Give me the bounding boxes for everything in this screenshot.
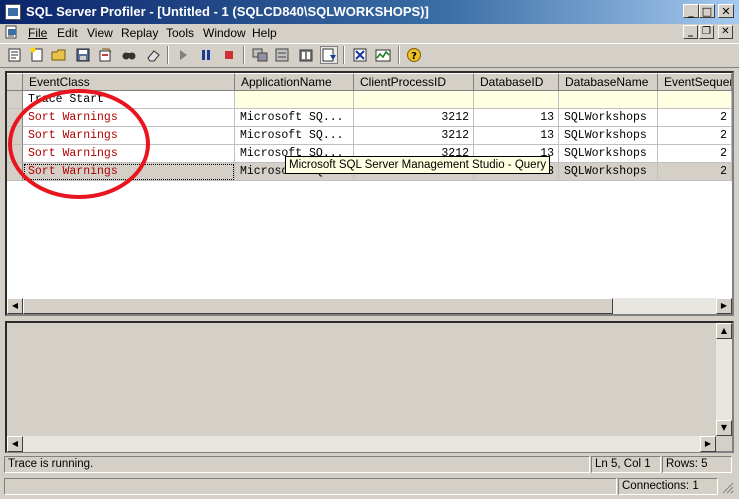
performance-icon[interactable] bbox=[273, 46, 291, 64]
scroll-up-button[interactable]: ▲ bbox=[716, 323, 732, 339]
window-title: SQL Server Profiler - [Untitled - 1 (SQL… bbox=[26, 4, 429, 19]
autoscroll-icon[interactable] bbox=[320, 46, 338, 64]
scroll-right-button[interactable]: ▶ bbox=[700, 436, 716, 452]
window-minimize-button[interactable]: _ bbox=[683, 4, 699, 18]
window-close-button[interactable]: ✕ bbox=[718, 4, 734, 18]
scroll-right-button[interactable]: ▶ bbox=[716, 298, 732, 314]
clear-trace-icon[interactable] bbox=[144, 46, 162, 64]
menu-replay-label: Replay bbox=[121, 26, 159, 40]
table-row-eventsequence[interactable]: 2 bbox=[658, 127, 732, 145]
column-header-clientprocessid[interactable]: ClientProcessID bbox=[354, 73, 474, 91]
menu-edit-label: Edit bbox=[57, 26, 78, 40]
table-row-applicationname[interactable]: Microsoft SQ... bbox=[235, 109, 354, 127]
toolbar-separator bbox=[398, 46, 400, 64]
table-row-applicationname[interactable]: Microsoft SQ... bbox=[235, 127, 354, 145]
table-row-clientprocessid[interactable]: 3212 bbox=[354, 127, 474, 145]
resize-grip-icon[interactable] bbox=[720, 480, 734, 494]
table-row-eventclass[interactable]: Sort Warnings bbox=[23, 127, 235, 145]
table-row-databasename[interactable]: SQLWorkshops bbox=[559, 127, 658, 145]
menu-tools-label: Tools bbox=[166, 26, 195, 40]
column-header-eventsequence[interactable]: EventSequence bbox=[658, 73, 732, 91]
find-icon[interactable] bbox=[120, 46, 138, 64]
table-row-eventclass[interactable]: Trace Start bbox=[23, 91, 235, 109]
menu-window[interactable]: Window bbox=[203, 26, 246, 40]
table-row-databaseid[interactable] bbox=[474, 91, 559, 109]
column-header-databasename[interactable]: DatabaseName bbox=[559, 73, 658, 91]
table-row-eventsequence[interactable]: 2 bbox=[658, 163, 732, 181]
save-icon[interactable] bbox=[74, 46, 92, 64]
menu-help[interactable]: Help bbox=[252, 26, 277, 40]
row-selector[interactable] bbox=[7, 109, 23, 127]
capture-icon[interactable] bbox=[297, 46, 315, 64]
table-row-databasename[interactable]: SQLWorkshops bbox=[559, 163, 658, 181]
open-icon[interactable] bbox=[50, 46, 68, 64]
menu-edit[interactable]: Edit bbox=[57, 26, 78, 40]
row-selector[interactable] bbox=[7, 127, 23, 145]
scroll-down-button[interactable]: ▼ bbox=[716, 420, 732, 436]
scroll-left-button[interactable]: ◀ bbox=[7, 298, 23, 314]
toolbar-separator bbox=[167, 46, 169, 64]
menu-file-label: File bbox=[28, 26, 48, 40]
table-row-clientprocessid[interactable] bbox=[354, 91, 474, 109]
status-connections: Connections: 1 bbox=[618, 478, 718, 495]
table-row-databaseid[interactable]: 13 bbox=[474, 127, 559, 145]
table-row-eventsequence[interactable]: 2 bbox=[658, 109, 732, 127]
scroll-left-button[interactable]: ◀ bbox=[7, 436, 23, 452]
menu-view-label: View bbox=[87, 26, 113, 40]
row-selector[interactable] bbox=[7, 163, 23, 181]
status-cursor-position: Ln 5, Col 1 bbox=[591, 456, 661, 473]
svg-text:?: ? bbox=[411, 51, 417, 62]
table-row-eventclass[interactable]: Sort Warnings bbox=[23, 109, 235, 127]
column-header-databaseid[interactable]: DatabaseID bbox=[474, 73, 559, 91]
mdi-minimize-button[interactable]: _ bbox=[683, 25, 698, 39]
table-row-eventclass[interactable]: Sort Warnings bbox=[23, 145, 235, 163]
table-row-eventsequence[interactable]: 2 bbox=[658, 145, 732, 163]
correlate-icon[interactable] bbox=[251, 46, 269, 64]
grid-scroll-thumb[interactable] bbox=[23, 298, 613, 314]
header-row-selector bbox=[7, 73, 23, 91]
stop-trace-icon[interactable] bbox=[220, 46, 238, 64]
application-name-tooltip: Microsoft SQL Server Management Studio -… bbox=[285, 156, 551, 174]
table-row-databaseid[interactable]: 13 bbox=[474, 109, 559, 127]
profiler-app-icon[interactable] bbox=[5, 4, 21, 20]
help-icon[interactable]: ? bbox=[405, 46, 423, 64]
menu-help-label: Help bbox=[252, 26, 277, 40]
toolbar-separator bbox=[343, 46, 345, 64]
column-header-eventclass[interactable]: EventClass bbox=[23, 73, 235, 91]
open-template-icon[interactable] bbox=[96, 46, 114, 64]
row-selector[interactable] bbox=[7, 145, 23, 163]
menu-file[interactable]: File bbox=[28, 26, 47, 40]
row-selector[interactable] bbox=[7, 91, 23, 109]
pause-trace-icon[interactable] bbox=[197, 46, 215, 64]
window-maximize-button[interactable]: □ bbox=[699, 4, 715, 18]
event-details-pane[interactable] bbox=[5, 321, 734, 453]
table-row-databasename[interactable]: SQLWorkshops bbox=[559, 145, 658, 163]
document-menu-icon[interactable] bbox=[4, 25, 20, 40]
table-row-applicationname[interactable] bbox=[235, 91, 354, 109]
menu-tools[interactable]: Tools bbox=[166, 26, 194, 40]
column-header-applicationname[interactable]: ApplicationName bbox=[235, 73, 354, 91]
new-trace-icon[interactable] bbox=[28, 46, 46, 64]
table-row-eventsequence[interactable] bbox=[658, 91, 732, 109]
table-row-databasename[interactable] bbox=[559, 91, 658, 109]
start-trace-icon[interactable] bbox=[174, 46, 192, 64]
status-message: Trace is running. bbox=[4, 456, 590, 473]
menu-replay[interactable]: Replay bbox=[121, 26, 158, 40]
table-row-clientprocessid[interactable]: 3212 bbox=[354, 109, 474, 127]
toolbar-separator bbox=[243, 46, 245, 64]
properties-icon[interactable] bbox=[6, 46, 24, 64]
performance-monitor-icon[interactable] bbox=[374, 46, 392, 64]
table-row-databasename[interactable]: SQLWorkshops bbox=[559, 109, 658, 127]
menu-view[interactable]: View bbox=[87, 26, 113, 40]
table-row-eventclass[interactable]: Sort Warnings bbox=[23, 163, 235, 181]
mdi-restore-button[interactable]: ❐ bbox=[699, 25, 714, 39]
details-horizontal-scrollbar[interactable] bbox=[7, 436, 716, 452]
status-row-count: Rows: 5 bbox=[662, 456, 732, 473]
trace-properties-icon[interactable] bbox=[351, 46, 369, 64]
status-bar-spacer bbox=[4, 478, 617, 495]
menu-window-label: Window bbox=[203, 26, 246, 40]
mdi-close-button[interactable]: ✕ bbox=[718, 25, 733, 39]
